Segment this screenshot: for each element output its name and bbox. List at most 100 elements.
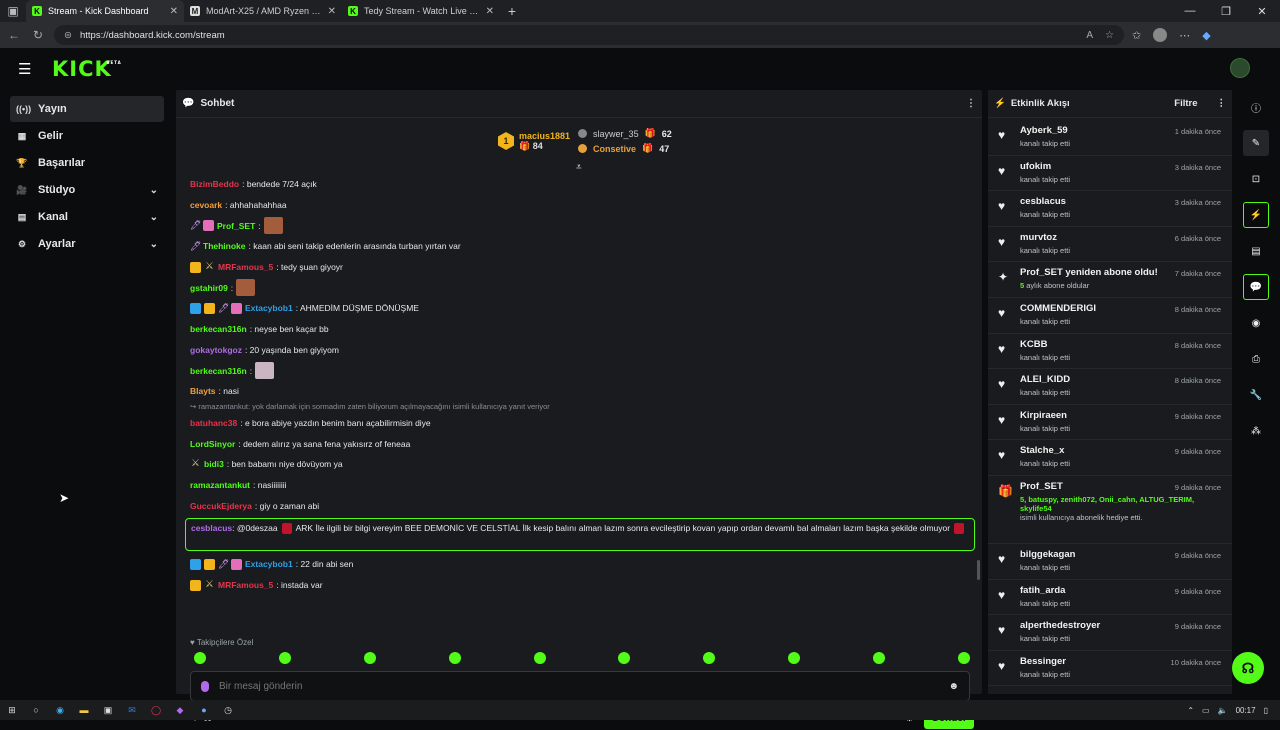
activity-more-icon[interactable]: ⋮ [1217, 98, 1227, 109]
chat-username[interactable]: gokaytokgoz [190, 345, 242, 355]
sidebar-item-gelir[interactable]: ▦ Gelir [10, 123, 164, 149]
leaderboard-second[interactable]: slaywer_35 🎁 62 [578, 126, 672, 141]
filter-button[interactable]: Filtre [1174, 98, 1197, 109]
hamburger-menu-icon[interactable]: ☰ [18, 60, 38, 78]
site-info-icon[interactable]: ⊜ [64, 30, 72, 41]
chat-username[interactable]: batuhanc38 [190, 418, 237, 428]
chat-username[interactable]: berkecan316n [190, 366, 247, 376]
file-explorer-icon[interactable]: ▬ [78, 704, 90, 716]
chat-username[interactable]: BizimBeddo [190, 179, 239, 189]
quick-emote-icon[interactable] [873, 652, 885, 664]
activity-item[interactable]: 🎁 Prof_SET 5, batuspy, zenith072, Onii_cah… [988, 476, 1232, 544]
support-headset-icon[interactable]: ☊ [1232, 652, 1264, 684]
quick-emote-icon[interactable] [448, 652, 461, 664]
emoji-picker-icon[interactable]: ☻ [948, 681, 959, 692]
quick-emote-icon[interactable] [788, 652, 801, 664]
activity-item[interactable]: ♥ COMMENDERIGI kanalı takip etti 8 dakika ö… [988, 298, 1232, 334]
activity-item[interactable]: ♥ KCBB kanalı takip etti 8 dakika önce [988, 334, 1232, 370]
quick-emote-icon[interactable] [278, 652, 291, 664]
chevron-down-icon[interactable]: ⌄ [150, 185, 158, 196]
browser-tab-1[interactable]: M ModArt-X25 / AMD Ryzen 5 5600 ✕ [184, 0, 342, 22]
expand-leaderboard-icon[interactable]: ⩡ [576, 162, 582, 173]
chat-username[interactable]: berkecan316n [190, 324, 247, 334]
share-icon[interactable]: ⁂ [1243, 418, 1269, 444]
edge-icon[interactable]: ◉ [54, 704, 66, 716]
window-menu-icon[interactable]: ▣ [0, 0, 26, 22]
app-icon-clock[interactable]: ◷ [222, 704, 234, 716]
more-menu-icon[interactable]: ⋯ [1179, 29, 1190, 42]
url-field[interactable]: ⊜ https://dashboard.kick.com/stream A ☆ [54, 25, 1124, 45]
chat-more-icon[interactable]: ⋮ [966, 98, 976, 109]
app-icon-colorful[interactable]: ◆ [174, 704, 186, 716]
activity-item[interactable]: ♥ alperthedestroyer kanalı takip etti 9 dak… [988, 615, 1232, 651]
activity-item[interactable]: ♥ ALEI_KIDD kanalı takip etti 8 dakika önce [988, 369, 1232, 405]
chat-username[interactable]: LordSinyor [190, 439, 235, 449]
browser-tab-0[interactable]: K Stream - Kick Dashboard ✕ [26, 0, 184, 22]
windows-start-icon[interactable]: ⊞ [6, 704, 18, 716]
quick-emote-icon[interactable] [957, 652, 970, 664]
minimize-icon[interactable]: — [1172, 0, 1208, 22]
back-icon[interactable]: ← [6, 28, 22, 42]
tab-close-icon[interactable]: ✕ [170, 6, 178, 17]
edit-icon[interactable]: ✎ [1243, 130, 1269, 156]
reload-icon[interactable]: ↻ [30, 28, 46, 42]
maximize-icon[interactable]: ❐ [1208, 0, 1244, 22]
message-input[interactable] [219, 680, 939, 692]
close-window-icon[interactable]: ✕ [1244, 0, 1280, 22]
wrench-icon[interactable]: 🔧 [1243, 382, 1269, 408]
kick-logo[interactable]: KICK BETA [52, 57, 121, 81]
mic-icon[interactable] [201, 680, 209, 692]
activity-item[interactable]: ♥ Bessinger kanalı takip etti 10 dakika önc… [988, 651, 1232, 687]
chat-username[interactable]: cevoark [190, 200, 222, 210]
chat-username[interactable]: Extacybob1 [245, 559, 293, 569]
leaderboard-third[interactable]: Consetive 🎁 47 [578, 141, 672, 156]
outlook-icon[interactable]: ✉ [126, 704, 138, 716]
tray-chevron-icon[interactable]: ⌃ [1187, 706, 1194, 715]
clock[interactable]: 00:17 [1236, 706, 1256, 715]
quick-emote-icon[interactable] [703, 652, 716, 664]
copilot-icon[interactable]: ◆ [1202, 29, 1210, 42]
chat-username[interactable]: cesblacus [191, 523, 232, 533]
activity-item[interactable]: ♥ bilggekagan kanalı takip etti 9 dakika ön… [988, 544, 1232, 580]
quick-emote-icon[interactable] [363, 652, 376, 664]
capture-icon[interactable]: ⊡ [1243, 166, 1269, 192]
activity-item[interactable]: ♥ Ayberk_59 kanalı takip etti 1 dakika önce [988, 120, 1232, 156]
chevron-down-icon[interactable]: ⌄ [150, 239, 158, 250]
chevron-down-icon[interactable]: ⌄ [150, 212, 158, 223]
activity-lightning-icon[interactable]: ⚡ [1243, 202, 1269, 228]
sidebar-item-yayın[interactable]: ((•)) Yayın [10, 96, 164, 122]
activity-item[interactable]: ♥ Stalche_x kanalı takip etti 9 dakika önce [988, 440, 1232, 476]
activity-item[interactable]: ♥ fatih_arda kanalı takip etti 9 dakika önc… [988, 580, 1232, 616]
chat-scrollbar[interactable] [977, 560, 980, 580]
chat-username[interactable]: bidi3 [204, 459, 224, 469]
sidebar-item-ayarlar[interactable]: ⚙ Ayarlar ⌄ [10, 231, 164, 257]
new-tab-button[interactable]: + [500, 0, 524, 22]
activity-item[interactable]: ♥ ufokim kanalı takip etti 3 dakika önce [988, 156, 1232, 192]
sidebar-item-başarılar[interactable]: 🏆 Başarılar [10, 150, 164, 176]
chat-username[interactable]: gstahir09 [190, 283, 228, 293]
sidebar-item-stüdyo[interactable]: 🎥 Stüdyo ⌄ [10, 177, 164, 203]
volume-icon[interactable]: 🔈 [1218, 706, 1228, 715]
activity-item[interactable]: ♥ Kirpiraeen kanalı takip etti 9 dakika önc… [988, 405, 1232, 441]
notes-icon[interactable]: ▤ [1243, 238, 1269, 264]
activity-item[interactable]: ✦ Prof_SET yeniden abone oldu! 5 aylık abo… [988, 262, 1232, 298]
store-icon[interactable]: ▣ [102, 704, 114, 716]
chat-toggle-icon[interactable]: 💬 [1243, 274, 1269, 300]
browser-tab-2[interactable]: K Tedy Stream - Watch Live on Kick ✕ [342, 0, 500, 22]
quick-emote-icon[interactable] [533, 652, 546, 664]
activity-item[interactable]: ♥ murvtoz kanalı takip etti 6 dakika önce [988, 227, 1232, 263]
app-icon-blue[interactable]: ● [198, 704, 210, 716]
info-icon[interactable]: ⓘ [1243, 94, 1269, 120]
print-icon[interactable]: ⎙ [1243, 346, 1269, 372]
broadcast-status-icon[interactable]: ◉ [1243, 310, 1269, 336]
profile-avatar[interactable] [1153, 28, 1168, 42]
chat-username[interactable]: Thehinoke [203, 241, 246, 251]
tab-close-icon[interactable]: ✕ [486, 6, 494, 17]
quick-emote-icon[interactable] [618, 652, 631, 664]
favorite-star-icon[interactable]: ☆ [1105, 30, 1114, 41]
notification-icon[interactable]: ▯ [1264, 706, 1268, 715]
chat-username[interactable]: GuccukEjderya [190, 501, 252, 511]
tab-close-icon[interactable]: ✕ [328, 6, 336, 17]
leaderboard-first[interactable]: 1 macius1881 🎁 84 [498, 126, 570, 156]
search-icon[interactable]: ○ [30, 704, 42, 716]
